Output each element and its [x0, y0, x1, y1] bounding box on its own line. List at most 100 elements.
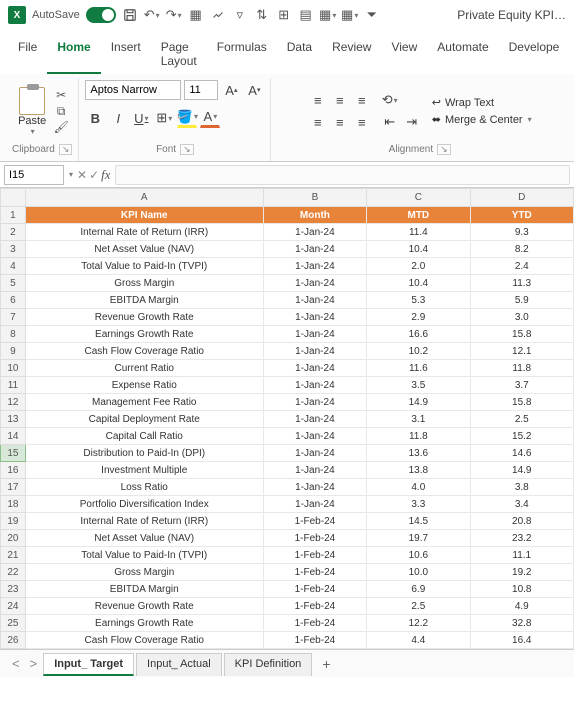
- cell[interactable]: 15.2: [470, 428, 573, 445]
- cell[interactable]: 4.9: [470, 598, 573, 615]
- add-sheet-button[interactable]: +: [314, 652, 338, 676]
- cell[interactable]: EBITDA Margin: [25, 292, 263, 309]
- cell[interactable]: 10.8: [470, 581, 573, 598]
- decrease-indent-icon[interactable]: ⇤: [380, 112, 400, 132]
- fx-icon[interactable]: fx: [101, 167, 110, 183]
- column-header[interactable]: C: [367, 189, 470, 207]
- font-size-select[interactable]: [184, 80, 218, 100]
- table-row[interactable]: 22Gross Margin1-Feb-2410.019.2: [1, 564, 574, 581]
- row-header[interactable]: 14: [1, 428, 26, 445]
- table-row[interactable]: 2Internal Rate of Return (IRR)1-Jan-2411…: [1, 224, 574, 241]
- align-middle-icon[interactable]: ≡: [330, 90, 350, 110]
- name-box[interactable]: [4, 165, 64, 185]
- qat-overflow-icon[interactable]: ⏷: [364, 7, 380, 23]
- cell[interactable]: 1-Jan-24: [263, 224, 366, 241]
- cell[interactable]: Cash Flow Coverage Ratio: [25, 632, 263, 649]
- cut-icon[interactable]: ✂: [53, 88, 69, 102]
- cell[interactable]: 3.3: [367, 496, 470, 513]
- cell[interactable]: 19.7: [367, 530, 470, 547]
- cell[interactable]: Gross Margin: [25, 564, 263, 581]
- table-row[interactable]: 3Net Asset Value (NAV)1-Jan-2410.48.2: [1, 241, 574, 258]
- table-row[interactable]: 7Revenue Growth Rate1-Jan-242.93.0: [1, 309, 574, 326]
- cell[interactable]: 2.5: [470, 411, 573, 428]
- row-header[interactable]: 25: [1, 615, 26, 632]
- cell[interactable]: 1-Jan-24: [263, 326, 366, 343]
- cell[interactable]: Management Fee Ratio: [25, 394, 263, 411]
- cell[interactable]: 1-Feb-24: [263, 615, 366, 632]
- cell[interactable]: 5.3: [367, 292, 470, 309]
- cell[interactable]: 3.1: [367, 411, 470, 428]
- table-row[interactable]: 9Cash Flow Coverage Ratio1-Jan-2410.212.…: [1, 343, 574, 360]
- column-header[interactable]: A: [25, 189, 263, 207]
- qat-icon[interactable]: ⊞: [276, 7, 292, 23]
- menu-tab-review[interactable]: Review: [322, 34, 381, 74]
- cell[interactable]: Gross Margin: [25, 275, 263, 292]
- cell[interactable]: 1-Jan-24: [263, 241, 366, 258]
- cell[interactable]: 3.7: [470, 377, 573, 394]
- menu-tab-view[interactable]: View: [381, 34, 427, 74]
- cell[interactable]: Capital Call Ratio: [25, 428, 263, 445]
- cell[interactable]: 14.5: [367, 513, 470, 530]
- cell[interactable]: Current Ratio: [25, 360, 263, 377]
- cell[interactable]: EBITDA Margin: [25, 581, 263, 598]
- column-header[interactable]: D: [470, 189, 573, 207]
- cell[interactable]: 1-Jan-24: [263, 496, 366, 513]
- cell[interactable]: 2.9: [367, 309, 470, 326]
- cell[interactable]: 13.8: [367, 462, 470, 479]
- formula-bar-input[interactable]: [115, 165, 570, 185]
- cell[interactable]: Portfolio Diversification Index: [25, 496, 263, 513]
- increase-indent-icon[interactable]: ⇥: [402, 112, 422, 132]
- cell[interactable]: Capital Deployment Rate: [25, 411, 263, 428]
- cell[interactable]: 13.6: [367, 445, 470, 462]
- cell[interactable]: Expense Ratio: [25, 377, 263, 394]
- increase-font-icon[interactable]: A▴: [221, 80, 241, 100]
- sheet-tab[interactable]: KPI Definition: [224, 653, 313, 676]
- bold-button[interactable]: B: [85, 108, 105, 128]
- align-top-icon[interactable]: ≡: [308, 90, 328, 110]
- autosave-toggle[interactable]: [86, 7, 116, 23]
- cell[interactable]: 10.2: [367, 343, 470, 360]
- cell[interactable]: Earnings Growth Rate: [25, 326, 263, 343]
- menu-tab-file[interactable]: File: [8, 34, 47, 74]
- row-header[interactable]: 8: [1, 326, 26, 343]
- cell[interactable]: 5.9: [470, 292, 573, 309]
- row-header[interactable]: 13: [1, 411, 26, 428]
- cell[interactable]: 1-Jan-24: [263, 309, 366, 326]
- row-header[interactable]: 21: [1, 547, 26, 564]
- cell[interactable]: 2.0: [367, 258, 470, 275]
- cancel-formula-icon[interactable]: ✕: [77, 168, 87, 182]
- italic-button[interactable]: I: [108, 108, 128, 128]
- qat-icon[interactable]: ▤: [298, 7, 314, 23]
- row-header[interactable]: 2: [1, 224, 26, 241]
- undo-icon[interactable]: ↶▾: [144, 7, 160, 23]
- table-row[interactable]: 5Gross Margin1-Jan-2410.411.3: [1, 275, 574, 292]
- table-row[interactable]: 4Total Value to Paid-In (TVPI)1-Jan-242.…: [1, 258, 574, 275]
- sheet-tab[interactable]: Input_ Actual: [136, 653, 222, 676]
- table-row[interactable]: 16Investment Multiple1-Jan-2413.814.9: [1, 462, 574, 479]
- redo-icon[interactable]: ↷▾: [166, 7, 182, 23]
- cell[interactable]: 14.6: [470, 445, 573, 462]
- cell[interactable]: 20.8: [470, 513, 573, 530]
- row-header[interactable]: 23: [1, 581, 26, 598]
- decrease-font-icon[interactable]: A▾: [244, 80, 264, 100]
- underline-button[interactable]: U▾: [131, 108, 151, 128]
- cell[interactable]: 1-Feb-24: [263, 547, 366, 564]
- menu-tab-page-layout[interactable]: Page Layout: [151, 34, 207, 74]
- align-right-icon[interactable]: ≡: [352, 112, 372, 132]
- cell[interactable]: 1-Feb-24: [263, 513, 366, 530]
- column-header[interactable]: B: [263, 189, 366, 207]
- cell[interactable]: Earnings Growth Rate: [25, 615, 263, 632]
- row-header[interactable]: 7: [1, 309, 26, 326]
- header-cell[interactable]: KPI Name: [25, 207, 263, 224]
- row-header[interactable]: 26: [1, 632, 26, 649]
- cell[interactable]: 1-Jan-24: [263, 411, 366, 428]
- table-row[interactable]: 6EBITDA Margin1-Jan-245.35.9: [1, 292, 574, 309]
- row-header[interactable]: 20: [1, 530, 26, 547]
- wrap-text-button[interactable]: ↩Wrap Text: [432, 96, 532, 109]
- table-row[interactable]: 20Net Asset Value (NAV)1-Feb-2419.723.2: [1, 530, 574, 547]
- header-cell[interactable]: YTD: [470, 207, 573, 224]
- cell[interactable]: 1-Jan-24: [263, 394, 366, 411]
- row-header[interactable]: 17: [1, 479, 26, 496]
- cell[interactable]: 15.8: [470, 326, 573, 343]
- cell[interactable]: 10.6: [367, 547, 470, 564]
